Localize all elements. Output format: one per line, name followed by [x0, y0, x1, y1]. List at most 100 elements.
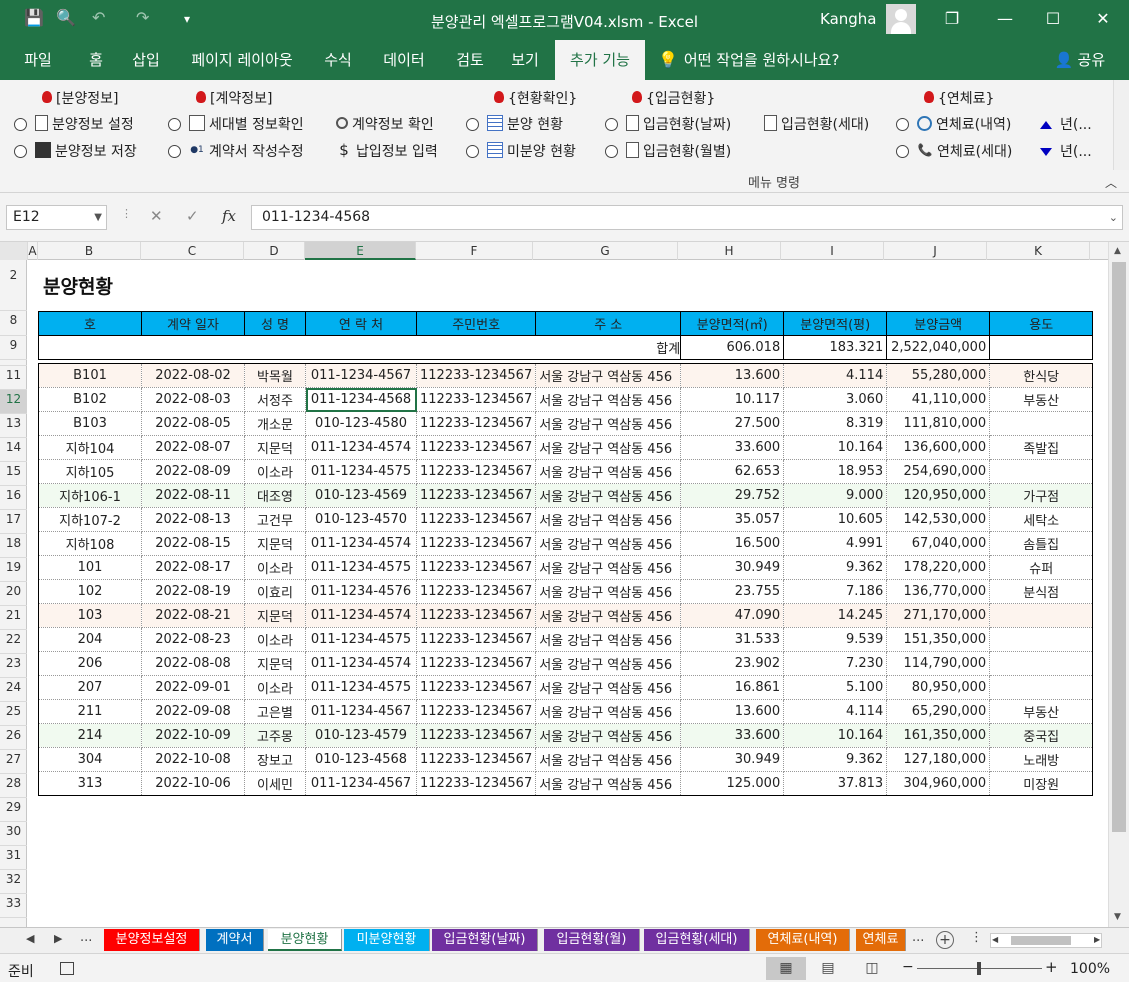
menu-year-up[interactable]: 년(... [1040, 114, 1092, 134]
cell-name[interactable]: 이소라 [244, 675, 306, 700]
worksheet[interactable]: A B C D E F G H I J K 2 8 9 11 12 13 14 15 16 17 1… [0, 242, 1129, 927]
cell-unit[interactable]: B103 [38, 411, 142, 436]
cell-address[interactable]: 서울 강남구 역삼동 456 [535, 699, 682, 724]
cell-usage[interactable] [989, 651, 1094, 676]
row-header[interactable]: 25 [0, 702, 27, 726]
tab-file[interactable]: 파일 [12, 40, 64, 80]
menu-unsold-status[interactable]: 미분양 현황 [466, 141, 576, 161]
cell-contract-date[interactable]: 2022-08-13 [141, 507, 245, 532]
minimize-button[interactable]: — [990, 6, 1020, 32]
cell-area-py[interactable]: 3.060 [783, 387, 888, 412]
tab-insert[interactable]: 삽입 [122, 40, 170, 80]
cell-contact[interactable]: 011-1234-4567 [305, 771, 417, 796]
prev-sheet-icon[interactable]: ◀ [26, 932, 34, 945]
cell-amount[interactable]: 304,960,000 [886, 771, 991, 796]
column-header-a[interactable]: A [28, 242, 38, 260]
cell-area-m2[interactable]: 62.653 [680, 459, 785, 484]
more-sheets-left[interactable]: ... [80, 930, 92, 945]
cell-address[interactable]: 서울 강남구 역삼동 456 [535, 675, 682, 700]
cell-usage[interactable]: 슈퍼 [989, 555, 1094, 580]
header-name[interactable]: 성 명 [244, 311, 306, 336]
cell-address[interactable]: 서울 강남구 역삼동 456 [535, 771, 682, 796]
next-sheet-icon[interactable]: ▶ [54, 932, 62, 945]
cell-name[interactable]: 대조영 [244, 483, 306, 508]
sheet-tab[interactable]: 입금현황(세대) [644, 929, 750, 951]
cell-address[interactable]: 서울 강남구 역삼동 456 [535, 507, 682, 532]
cell-amount[interactable]: 136,600,000 [886, 435, 991, 460]
cell-amount[interactable]: 41,110,000 [886, 387, 991, 412]
cell-name[interactable]: 이소라 [244, 459, 306, 484]
row-header[interactable]: 13 [0, 414, 27, 438]
cell-unit[interactable]: 지하104 [38, 435, 142, 460]
cell-address[interactable]: 서울 강남구 역삼동 456 [535, 435, 682, 460]
cell-name[interactable]: 장보고 [244, 747, 306, 772]
scroll-down-icon[interactable]: ▼ [1114, 912, 1121, 922]
cell-amount[interactable]: 120,950,000 [886, 483, 991, 508]
cell-area-py[interactable]: 4.114 [783, 363, 888, 388]
cell-area-m2[interactable]: 30.949 [680, 747, 785, 772]
tab-review[interactable]: 검토 [446, 40, 494, 80]
cell-area-py[interactable]: 9.362 [783, 555, 888, 580]
row-header[interactable]: 8 [0, 311, 27, 336]
total-label[interactable]: 합계 [37, 335, 682, 360]
cell-contact[interactable]: 011-1234-4575 [305, 675, 417, 700]
cell-contact[interactable]: 011-1234-4574 [305, 651, 417, 676]
cell-amount[interactable]: 111,810,000 [886, 411, 991, 436]
row-header[interactable]: 22 [0, 630, 27, 654]
cell-name[interactable]: 박목월 [244, 363, 306, 388]
vertical-scrollbar[interactable]: ▲ ▼ [1108, 242, 1129, 927]
close-button[interactable]: ✕ [1088, 6, 1118, 32]
zoom-slider-knob[interactable] [977, 962, 981, 975]
cell-contract-date[interactable]: 2022-09-01 [141, 675, 245, 700]
cell-area-py[interactable]: 9.539 [783, 627, 888, 652]
zoom-out-button[interactable]: − [902, 959, 914, 975]
menu-payment-by-unit[interactable]: 입금현황(세대) [764, 114, 869, 134]
row-header[interactable]: 12 [0, 390, 27, 414]
scroll-thumb[interactable] [1011, 936, 1071, 945]
row-header[interactable]: 18 [0, 534, 27, 558]
total-usage[interactable] [989, 335, 1094, 360]
row-header[interactable]: 28 [0, 774, 27, 798]
cell-unit[interactable]: 지하107-2 [38, 507, 142, 532]
header-area-m2[interactable]: 분양면적(㎡) [680, 311, 785, 336]
cell-usage[interactable]: 한식당 [989, 363, 1094, 388]
row-header[interactable]: 14 [0, 438, 27, 462]
menu-late-fee-by-unit[interactable]: 📞 연체료(세대) [896, 141, 1012, 161]
sheet-tab[interactable]: 계약서 [206, 929, 264, 951]
cell-area-m2[interactable]: 33.600 [680, 435, 785, 460]
cell-area-py[interactable]: 37.813 [783, 771, 888, 796]
cell-area-m2[interactable]: 27.500 [680, 411, 785, 436]
cell-name[interactable]: 개소문 [244, 411, 306, 436]
cell-id-number[interactable]: 112233-1234567 [416, 723, 537, 748]
sheet-tab[interactable]: 입금현황(날짜) [432, 929, 538, 951]
ribbon-scrollbar[interactable] [1113, 80, 1129, 170]
cell-contract-date[interactable]: 2022-08-05 [141, 411, 245, 436]
cell-unit[interactable]: 207 [38, 675, 142, 700]
cell-contact[interactable]: 010-123-4570 [305, 507, 417, 532]
cell-usage[interactable] [989, 627, 1094, 652]
cell-amount[interactable]: 161,350,000 [886, 723, 991, 748]
menu-contract-edit[interactable]: ●1 계약서 작성수정 [168, 141, 304, 161]
share-button[interactable]: 👤 공유 [1048, 40, 1112, 80]
column-header-g[interactable]: G [533, 242, 678, 260]
cell-amount[interactable]: 136,770,000 [886, 579, 991, 604]
cell-area-py[interactable]: 4.991 [783, 531, 888, 556]
cell-usage[interactable]: 분식점 [989, 579, 1094, 604]
user-name[interactable]: Kangha [820, 10, 877, 28]
row-header[interactable]: 19 [0, 558, 27, 582]
cell-amount[interactable]: 127,180,000 [886, 747, 991, 772]
menu-sale-status[interactable]: 분양 현황 [466, 114, 563, 134]
cell-unit[interactable]: 206 [38, 651, 142, 676]
cell-contact[interactable]: 011-1234-4567 [305, 699, 417, 724]
cell-amount[interactable]: 65,290,000 [886, 699, 991, 724]
cell-address[interactable]: 서울 강남구 역삼동 456 [535, 459, 682, 484]
cell-amount[interactable]: 80,950,000 [886, 675, 991, 700]
expand-formula-icon[interactable]: ⌄ [1109, 206, 1118, 229]
cell-usage[interactable] [989, 459, 1094, 484]
cell-address[interactable]: 서울 강남구 역삼동 456 [535, 531, 682, 556]
cell-contact[interactable]: 011-1234-4575 [305, 555, 417, 580]
cell-contact[interactable]: 010-123-4580 [305, 411, 417, 436]
header-contract-date[interactable]: 계약 일자 [141, 311, 245, 336]
cell-unit[interactable]: 103 [38, 603, 142, 628]
cell-amount[interactable]: 67,040,000 [886, 531, 991, 556]
